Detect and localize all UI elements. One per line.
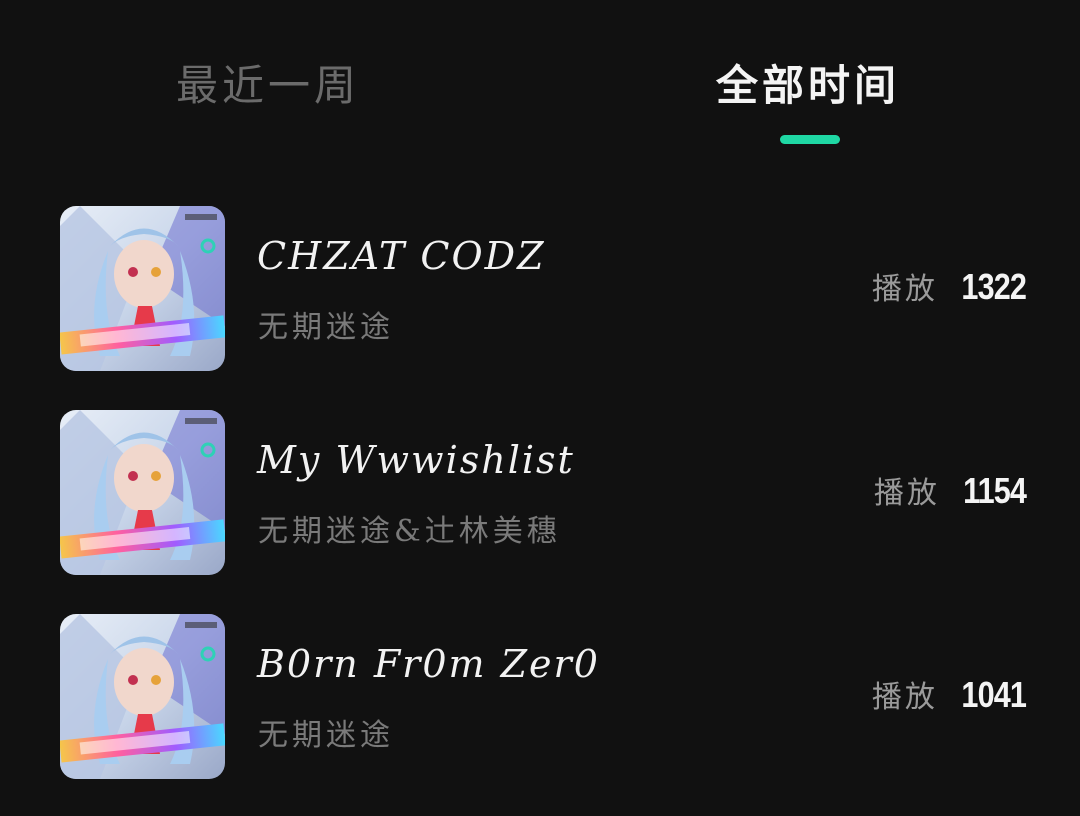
- play-count-value: 1041: [961, 674, 1027, 715]
- play-count-label: 播放: [871, 680, 938, 715]
- play-count-value: 1322: [961, 266, 1027, 307]
- song-artist: 无期迷途&辻林美穗: [258, 514, 561, 549]
- play-count: 播放 1041: [871, 672, 1027, 716]
- play-count-value: 1154: [963, 470, 1027, 511]
- song-row[interactable]: B0rn Fr0m Zer0 无期迷途 播放 1041: [0, 612, 1080, 816]
- play-count-label: 播放: [873, 476, 940, 511]
- active-tab-indicator: [780, 135, 840, 144]
- song-row[interactable]: My Wwwishlist 无期迷途&辻林美穗 播放 1154: [0, 408, 1080, 612]
- song-title: My Wwwishlist: [257, 438, 575, 482]
- song-list: CHZAT CODZ 无期迷途 播放 1322 My Wwwishlist 无期…: [0, 204, 1080, 816]
- album-cover-image: [60, 410, 225, 575]
- song-title: B0rn Fr0m Zer0: [257, 642, 600, 686]
- play-count: 播放 1322: [871, 264, 1027, 308]
- song-artist: 无期迷途: [258, 718, 394, 753]
- song-title: CHZAT CODZ: [257, 234, 546, 278]
- play-count: 播放 1154: [873, 468, 1027, 512]
- tab-bar: 最近一周 全部时间: [0, 0, 1080, 150]
- play-count-label: 播放: [871, 272, 938, 307]
- song-artist: 无期迷途: [258, 310, 394, 345]
- tab-all-time[interactable]: 全部时间: [688, 52, 928, 112]
- album-cover-image: [60, 614, 225, 779]
- album-cover-image: [60, 206, 225, 371]
- song-row[interactable]: CHZAT CODZ 无期迷途 播放 1322: [0, 204, 1080, 408]
- tab-recent-week[interactable]: 最近一周: [148, 52, 388, 112]
